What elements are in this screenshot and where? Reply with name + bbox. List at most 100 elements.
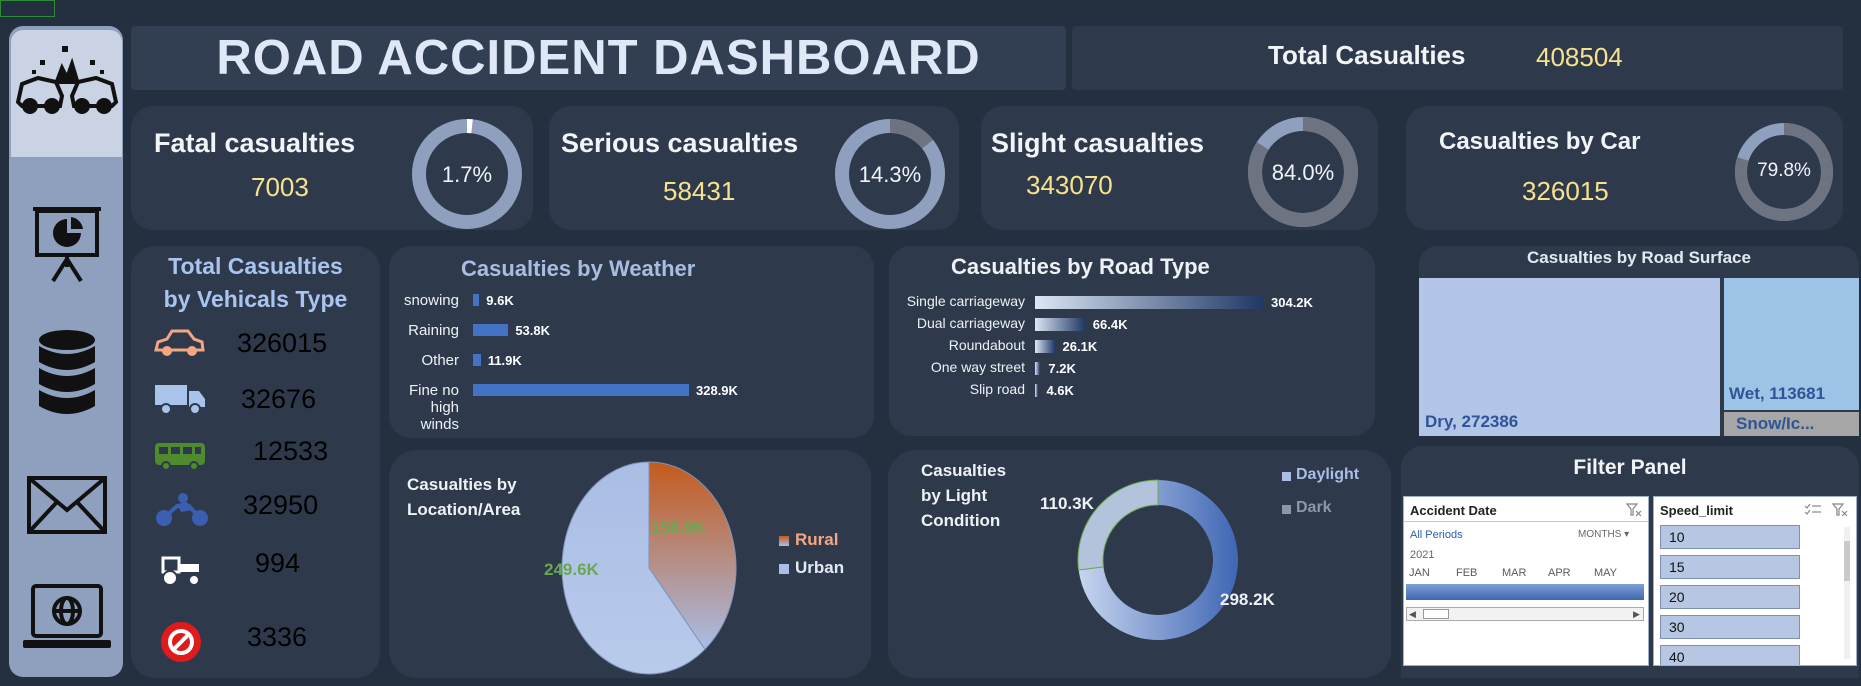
kpi-fatal-pct: 1.7% — [441, 162, 493, 187]
timeline-year: 2021 — [1410, 549, 1435, 561]
date-slicer-divider — [1404, 521, 1648, 522]
sidebar-item-mail[interactable] — [0, 476, 133, 534]
kpi-slight-label: Slight casualties — [991, 128, 1205, 158]
road-type-bar — [1035, 340, 1055, 353]
bus-icon — [155, 443, 205, 471]
light-donut — [1077, 479, 1238, 640]
kpi-car-label: Casualties by Car — [1439, 128, 1641, 155]
truck-icon — [155, 385, 205, 415]
vehicle-type-panel: Total Casualties by Vehicals Type 326015… — [131, 246, 380, 678]
legend-daylight-swatch — [1282, 472, 1291, 481]
road-type-bar — [1035, 362, 1041, 375]
kpi-serious-value: 58431 — [663, 176, 736, 206]
scroll-thumb[interactable] — [1423, 609, 1449, 619]
date-timeline-slicer[interactable]: Accident Date All Periods MONTHS ▾ 2021 … — [1403, 496, 1649, 666]
weather-category-label: Raining — [408, 322, 459, 339]
scroll-left-icon[interactable]: ◀ — [1409, 609, 1416, 620]
legend-dark-swatch — [1282, 505, 1291, 514]
speed-option[interactable]: 30 — [1660, 615, 1800, 639]
donut-data-label-daylight: 298.2K — [1220, 590, 1275, 609]
kpi-card-car: Casualties by Car 326015 79.8% — [1406, 106, 1843, 230]
month-feb[interactable]: FEB — [1456, 567, 1477, 579]
vehicle-value-car: 326015 — [237, 328, 328, 358]
total-casualties-value: 408504 — [1536, 42, 1623, 72]
light-title-line2: by Light — [921, 486, 988, 505]
road-type-bar — [1035, 296, 1263, 309]
clear-filter-icon[interactable] — [1626, 503, 1642, 517]
scroll-right-icon[interactable]: ▶ — [1633, 609, 1640, 620]
location-chart-panel: Casualties by Location/Area 158.9K 249.6K… — [389, 450, 871, 678]
light-title-line1: Casualties — [921, 461, 1007, 480]
weather-data-label: 9.6K — [486, 293, 514, 308]
location-title-line2: Location/Area — [407, 500, 521, 519]
legend-dark-label: Dark — [1296, 499, 1332, 516]
vehicle-value-tractor: 994 — [255, 548, 301, 578]
speed-scrollbar[interactable] — [1844, 527, 1850, 659]
mail-icon — [26, 476, 107, 534]
sidebar-item-database[interactable] — [0, 328, 133, 420]
granularity-label: MONTHS — [1578, 529, 1622, 540]
filter-panel-title: Filter Panel — [1573, 456, 1687, 479]
kpi-card-fatal: Fatal casualties 7003 1.7% — [131, 106, 533, 230]
cell-selection-marker — [0, 0, 55, 17]
road-type-data-label: 4.6K — [1046, 383, 1074, 398]
light-title-line3: Condition — [921, 511, 1001, 530]
road-type-category-label: One way street — [930, 359, 1025, 375]
legend-urban-swatch — [779, 564, 789, 574]
weather-bar — [473, 384, 689, 396]
dashboard: ROAD ACCIDENT DASHBOARD Total Casualties… — [0, 0, 1861, 686]
sidebar-item-crash[interactable] — [0, 44, 133, 116]
sidebar-item-laptop[interactable] — [0, 584, 133, 650]
road-surface-treemap: Dry, 272386 Wet, 113681 Snow/Ic... — [1419, 278, 1859, 436]
all-periods-link[interactable]: All Periods — [1410, 529, 1463, 541]
road-type-chart-panel: Casualties by Road Type Single carriagew… — [889, 246, 1375, 436]
treemap-label-snow: Snow/Ic... — [1736, 414, 1815, 433]
timeline-selection-bar[interactable] — [1406, 584, 1644, 600]
speed-option[interactable]: 40 — [1660, 645, 1800, 665]
road-type-category-label: Slip road — [969, 381, 1025, 397]
page-title: ROAD ACCIDENT DASHBOARD — [216, 31, 981, 85]
weather-data-label: 53.8K — [515, 323, 551, 338]
location-title-line1: Casualties by — [407, 475, 517, 494]
weather-data-label: 11.9K — [487, 353, 522, 368]
sidebar-item-presentation[interactable] — [0, 203, 133, 283]
kpi-serious-pct: 14.3% — [858, 162, 922, 187]
donut-data-label-dark: 110.3K — [1040, 494, 1094, 513]
month-apr[interactable]: APR — [1548, 567, 1571, 579]
tractor-icon — [161, 556, 200, 586]
speed-scroll-thumb[interactable] — [1844, 541, 1850, 581]
car-icon — [154, 329, 205, 356]
location-chart-title: Casualties by Location/Area — [407, 472, 520, 522]
multi-select-icon[interactable] — [1804, 503, 1822, 517]
road-type-category-label: Single carriageway — [906, 293, 1025, 309]
timeline-scrollbar[interactable]: ◀ ▶ — [1406, 607, 1644, 621]
vehicle-panel-title: Total Casualties by Vehicals Type — [131, 250, 380, 316]
kpi-card-slight: Slight casualties 343070 84.0% — [981, 106, 1378, 230]
pie-data-label-rural: 158.9K — [651, 518, 706, 537]
legend-rural-swatch — [779, 536, 789, 546]
granularity-dropdown[interactable]: MONTHS ▾ — [1578, 529, 1629, 540]
kpi-fatal-label: Fatal casualties — [154, 128, 356, 158]
month-jan[interactable]: JAN — [1409, 567, 1430, 579]
filter-panel: Filter Panel Accident Date All Periods M… — [1401, 446, 1859, 678]
road-type-data-label: 7.2K — [1048, 361, 1076, 376]
speed-limit-slicer[interactable]: Speed_limit 10 15 20 30 40 — [1653, 496, 1857, 666]
legend-rural-label: Rural — [795, 530, 839, 549]
road-surface-chart-panel: Casualties by Road Surface Dry, 272386 We… — [1419, 246, 1859, 436]
road-type-bars: Single carriageway 304.2K Dual carriageway… — [889, 246, 1375, 436]
speed-option[interactable]: 10 — [1660, 525, 1800, 549]
weather-category-label: snowing — [403, 292, 459, 309]
speed-option[interactable]: 15 — [1660, 555, 1800, 579]
speed-slicer-label: Speed_limit — [1660, 503, 1733, 518]
clear-filter-icon[interactable] — [1832, 503, 1848, 517]
title-bar: ROAD ACCIDENT DASHBOARD — [131, 26, 1066, 90]
month-mar[interactable]: MAR — [1502, 567, 1526, 579]
kpi-slight-value: 343070 — [1026, 170, 1113, 200]
kpi-card-serious: Serious casualties 58431 14.3% — [549, 106, 959, 230]
kpi-fatal-value: 7003 — [251, 172, 309, 202]
month-may[interactable]: MAY — [1594, 567, 1617, 579]
car-crash-icon — [15, 46, 118, 114]
light-chart-panel: Casualties by Light Condition 298.2K 110.… — [888, 450, 1391, 678]
speed-option[interactable]: 20 — [1660, 585, 1800, 609]
vehicle-value-bus: 12533 — [253, 436, 329, 466]
